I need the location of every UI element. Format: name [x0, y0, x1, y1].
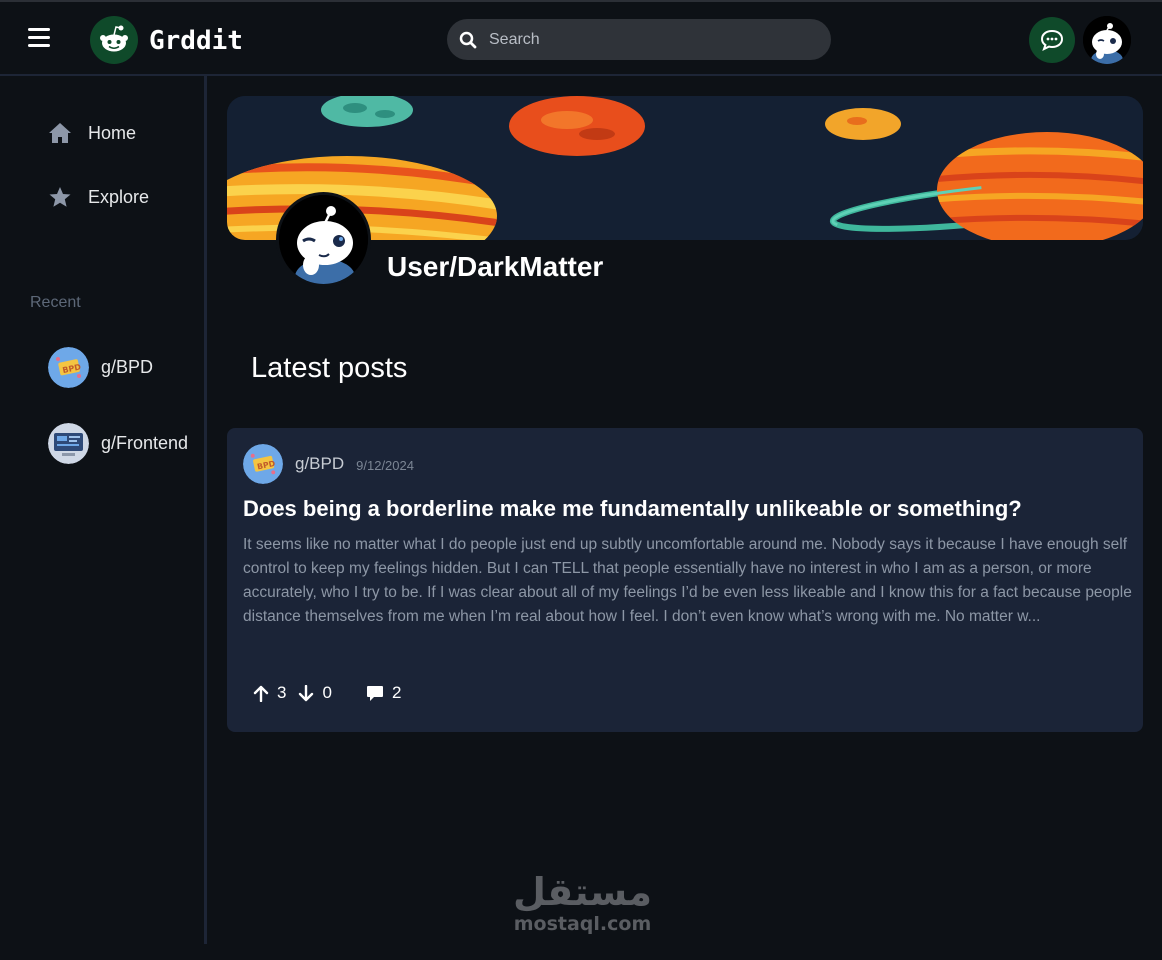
user-avatar[interactable]	[1083, 16, 1131, 64]
top-header: Grddit	[0, 0, 1162, 76]
post-card[interactable]: BPD g/BPD 9/12/2024 Does being a borderl…	[227, 428, 1143, 732]
post-title[interactable]: Does being a borderline make me fundamen…	[243, 496, 1133, 522]
comment-count: 2	[391, 683, 402, 702]
chat-icon	[1040, 29, 1064, 51]
chat-button[interactable]	[1029, 17, 1075, 63]
sidebar: Home Explore Recent BPD g/BPD g/Frontend	[0, 76, 207, 944]
upvote-button[interactable]: 3	[253, 683, 286, 703]
sidebar-item-label: g/Frontend	[101, 433, 189, 453]
post-date: 9/12/2024	[356, 458, 414, 473]
reddit-alien-icon[interactable]	[90, 16, 138, 64]
watermark-arabic: مستقل	[513, 870, 652, 914]
app-name[interactable]: Grddit	[149, 26, 243, 56]
search-input[interactable]	[489, 30, 809, 49]
arrow-up-icon	[253, 685, 269, 702]
search-bar[interactable]	[447, 19, 831, 60]
downvote-button[interactable]: 0	[298, 683, 332, 703]
community-icon	[48, 423, 89, 464]
upvote-count: 3	[277, 683, 287, 702]
search-icon	[459, 31, 477, 48]
sidebar-item-bpd[interactable]: BPD g/BPD	[48, 347, 153, 388]
comments-button[interactable]: 2	[366, 683, 401, 703]
recent-heading: Recent	[30, 294, 81, 311]
post-actions: 3 0 2	[253, 683, 401, 703]
sidebar-item-home[interactable]: Home	[48, 122, 136, 144]
community-icon[interactable]: BPD	[243, 444, 283, 484]
sidebar-item-label: g/BPD	[101, 357, 154, 377]
sidebar-item-frontend[interactable]: g/Frontend	[48, 423, 188, 464]
comment-icon	[366, 685, 383, 701]
post-community-link[interactable]: g/BPD	[295, 454, 344, 474]
watermark-latin: mostaql.com	[513, 913, 652, 935]
home-icon	[49, 123, 71, 143]
post-meta: BPD g/BPD 9/12/2024	[243, 444, 414, 484]
post-body: It seems like no matter what I do people…	[243, 536, 1132, 625]
star-icon	[49, 187, 71, 207]
community-icon: BPD	[48, 347, 89, 388]
sidebar-item-explore[interactable]: Explore	[48, 186, 149, 208]
arrow-down-icon	[299, 684, 314, 701]
downvote-count: 0	[322, 683, 332, 702]
hamburger-icon[interactable]	[28, 28, 50, 48]
sidebar-item-label: Explore	[88, 186, 150, 207]
watermark: مستقل mostaql.com	[510, 870, 655, 934]
section-title: Latest posts	[251, 352, 408, 384]
sidebar-item-label: Home	[88, 122, 137, 143]
profile-avatar[interactable]	[276, 192, 371, 287]
profile-username: User/DarkMatter	[387, 251, 604, 282]
